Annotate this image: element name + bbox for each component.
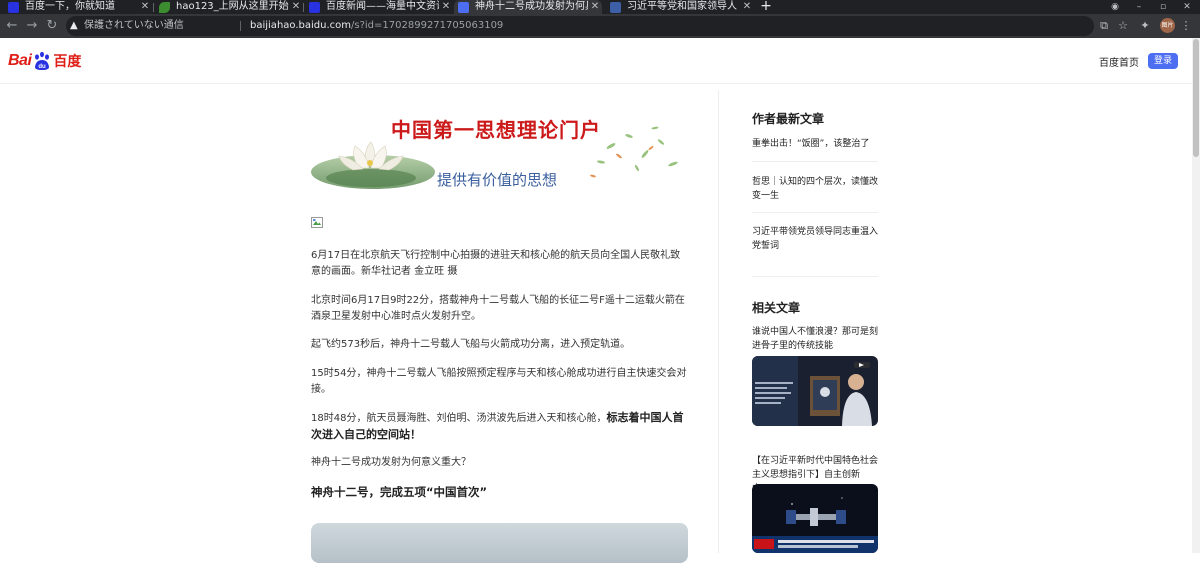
baidu-paw-icon — [8, 1, 19, 13]
article-paragraph: 6月17日在北京航天飞行控制中心拍摄的进驻天和核心舱的航天员向全国人民敬礼致意的… — [311, 250, 681, 277]
tab-active-article[interactable]: 神舟十二号成功发射为何具 ✕ — [454, 0, 602, 14]
news-page-icon — [610, 1, 621, 13]
reload-icon[interactable]: ↻ — [44, 18, 60, 34]
article-photo — [311, 523, 688, 563]
baidu-paw-icon — [458, 1, 469, 13]
baidu-home-link[interactable]: 百度首页 — [1099, 54, 1139, 69]
omnibox-separator — [240, 21, 241, 31]
menu-dots-icon[interactable]: ⋮ — [1178, 18, 1194, 34]
tab-hao123[interactable]: hao123_上网从这里开始 ✕ — [155, 0, 303, 14]
extensions-puzzle-icon[interactable]: ✦ — [1137, 18, 1153, 34]
bookmark-star-icon[interactable]: ☆ — [1115, 18, 1131, 34]
profile-avatar[interactable]: 图片 — [1160, 18, 1175, 33]
related-articles-heading: 相关文章 — [752, 301, 801, 315]
url-text[interactable]: baijiahao.baidu.com/s?id=170289927170506… — [250, 16, 503, 36]
article-paragraph: 起飞约573秒后，神舟十二号载人飞船与火箭成功分离，进入预定轨道。 — [311, 339, 631, 350]
scrollbar-thumb[interactable] — [1193, 39, 1199, 157]
tab-title: 百度新闻——海量中文资讯 — [326, 1, 439, 12]
logo-text-du: du — [39, 64, 47, 70]
tab-search-icon[interactable]: ◉ — [1106, 0, 1124, 14]
baidu-logo[interactable]: Bai du 百度 — [8, 50, 81, 72]
article-paragraph: 北京时间6月17日9时22分，搭载神舟十二号载人飞船的长征二号F遥十二运载火箭在… — [311, 295, 685, 322]
tab-title: hao123_上网从这里开始 — [176, 1, 289, 12]
sidebar-divider — [752, 161, 878, 162]
close-icon[interactable]: ✕ — [289, 0, 303, 14]
back-arrow-icon[interactable]: ← — [4, 18, 20, 34]
hao123-leaf-icon — [159, 1, 170, 13]
tab-title: 百度一下，你就知道 — [25, 1, 115, 12]
article-question: 神舟十二号成功发射为何意义重大？ — [311, 457, 471, 468]
security-status[interactable]: 保護されていない通信 — [84, 16, 184, 36]
video-thumbnail-image — [752, 356, 878, 426]
tab-strip: 百度一下，你就知道 ✕ hao123_上网从这里开始 ✕ 百度新闻——海量中文资… — [0, 0, 1200, 14]
tab-baidu-news[interactable]: 百度新闻——海量中文资讯 ✕ — [305, 0, 453, 14]
close-icon[interactable]: ✕ — [138, 0, 152, 14]
browser-toolbar: ← → ↻ ▲ 保護されていない通信 baijiahao.baidu.com/s… — [0, 14, 1200, 38]
banner-subtitle: 提供有价值的思想 — [437, 171, 558, 189]
article-paragraph: 15时54分，神舟十二号载人飞船按照预定程序与天和核心舱成功进行自主快速交会对接… — [311, 368, 687, 395]
maximize-icon[interactable]: ▫ — [1154, 0, 1172, 14]
banner-title: 中国第一思想理论门户 — [391, 118, 601, 142]
login-button[interactable]: 登录 — [1148, 53, 1178, 69]
new-tab-button[interactable]: + — [759, 0, 773, 14]
related-article-link[interactable]: 谁说中国人不懂浪漫？那可是刻进骨子里的传统技能 — [752, 325, 878, 353]
baidu-paw-icon: du — [35, 51, 50, 70]
tab-leaders[interactable]: 习近平等党和国家领导人 ✕ — [606, 0, 754, 14]
author-articles-heading: 作者最新文章 — [752, 112, 825, 126]
sidebar-divider — [752, 276, 878, 277]
tab-separator — [153, 3, 154, 12]
author-article-link[interactable]: 重拳出击！“饭圈”，该整治了 — [752, 137, 878, 151]
video-thumbnail-image — [752, 484, 878, 553]
tab-separator — [303, 3, 304, 12]
article-subheading: 神舟十二号，完成五项“中国首次” — [311, 485, 488, 499]
column-divider — [718, 90, 719, 553]
minimize-icon[interactable]: – — [1130, 0, 1148, 14]
author-article-link[interactable]: 哲思｜认知的四个层次，读懂改变一生 — [752, 175, 878, 203]
related-article-thumbnail[interactable] — [752, 356, 878, 426]
tab-title: 神舟十二号成功发射为何具 — [475, 1, 588, 12]
page-header: Bai du 百度 百度首页 登录 — [0, 38, 1192, 84]
close-icon[interactable]: ✕ — [740, 0, 754, 14]
close-icon[interactable]: ✕ — [588, 0, 602, 14]
paragraph-text: 18时48分，航天员聂海胜、刘伯明、汤洪波先后进入天和核心舱， — [311, 413, 607, 424]
address-bar[interactable]: ▲ 保護されていない通信 baijiahao.baidu.com/s?id=17… — [66, 16, 1094, 36]
article-banner: 中国第一思想理论门户 提供有价值的思想 — [311, 106, 688, 202]
warning-triangle-icon[interactable]: ▲ — [70, 16, 78, 36]
logo-text-bai: Bai — [8, 52, 32, 69]
article-paragraph: 18时48分，航天员聂海胜、刘伯明、汤洪波先后进入天和核心舱，标志着中国人首次进… — [311, 410, 688, 444]
baidu-paw-icon — [309, 1, 320, 13]
url-path: /s?id=1702899271705063109 — [351, 20, 504, 31]
window-close-icon[interactable]: ✕ — [1178, 0, 1196, 14]
sidebar-divider — [752, 212, 878, 213]
tab-title: 习近平等党和国家领导人 — [627, 1, 737, 12]
related-article-thumbnail[interactable] — [752, 484, 878, 553]
translate-icon[interactable]: ⧉ — [1096, 18, 1112, 34]
broken-image-icon — [311, 217, 323, 228]
forward-arrow-icon[interactable]: → — [24, 18, 40, 34]
author-article-link[interactable]: 习近平带领党员领导同志重温入党誓词 — [752, 225, 878, 253]
logo-text-cn: 百度 — [53, 53, 82, 69]
url-host: baijiahao.baidu.com — [250, 20, 352, 31]
tab-baidu-home[interactable]: 百度一下，你就知道 ✕ — [4, 0, 152, 14]
close-icon[interactable]: ✕ — [439, 0, 453, 14]
